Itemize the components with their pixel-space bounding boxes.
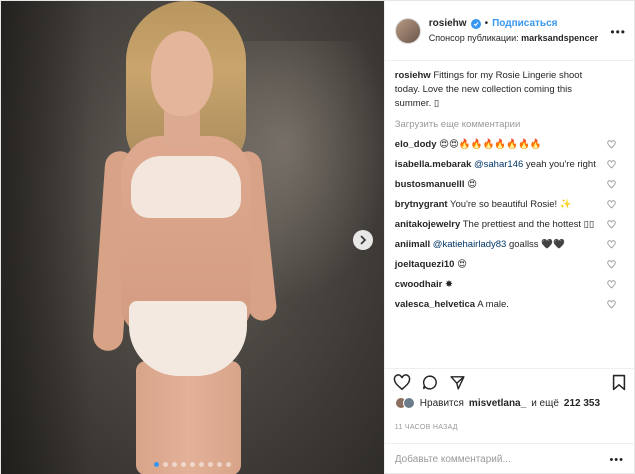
photo-face bbox=[151, 31, 213, 116]
photo-legs bbox=[136, 361, 241, 474]
header-info: rosiehw • Подписаться Спонсор публикации… bbox=[429, 18, 598, 43]
carousel-dot bbox=[216, 462, 222, 467]
sponsor-prefix: Спонсор публикации: bbox=[428, 33, 519, 43]
comment-item: isabella.mebarak @sahar146 yeah you're r… bbox=[395, 158, 624, 172]
chevron-right-icon bbox=[360, 235, 367, 245]
separator-dot: • bbox=[484, 18, 489, 29]
likes-line: Нравится misvetlana_ и ещё 212 353 bbox=[394, 397, 624, 409]
comments-list[interactable]: rosiehw Fittings for my Rosie Lingerie s… bbox=[385, 69, 634, 365]
carousel-next-button[interactable] bbox=[353, 230, 373, 250]
comment-username[interactable]: elo_dody bbox=[395, 139, 437, 150]
action-bar bbox=[384, 368, 634, 396]
heart-icon[interactable] bbox=[607, 300, 616, 309]
photo-subject bbox=[91, 1, 301, 474]
carousel-dot bbox=[162, 462, 168, 467]
comment-text: yeah you're right bbox=[523, 159, 596, 170]
heart-icon[interactable] bbox=[607, 180, 616, 189]
comment-item: bustosmanuelll 😍 bbox=[395, 178, 624, 192]
carousel-dot bbox=[189, 462, 195, 467]
comment-mention[interactable]: @sahar146 bbox=[474, 159, 523, 170]
verified-badge-icon bbox=[470, 18, 481, 29]
bookmark-icon[interactable] bbox=[612, 374, 626, 391]
comment-text: The prettiest and the hottest ▯▯ bbox=[462, 219, 595, 230]
photo-top bbox=[131, 156, 241, 218]
sponsor-name[interactable]: marksandspencer bbox=[521, 33, 598, 43]
comment-options-button[interactable]: ••• bbox=[609, 454, 624, 466]
comment-username[interactable]: aniimall bbox=[395, 239, 430, 250]
comment-text: ✸ bbox=[444, 279, 453, 290]
comment-item: joeltaquezi10 😍 bbox=[395, 258, 624, 272]
sponsor-line: Спонсор публикации: marksandspencer bbox=[429, 33, 598, 43]
carousel-dot bbox=[180, 462, 186, 467]
caption-username[interactable]: rosiehw bbox=[395, 70, 431, 81]
heart-icon[interactable] bbox=[607, 240, 616, 249]
post-header: rosiehw • Подписаться Спонсор публикации… bbox=[384, 1, 634, 61]
carousel-dot bbox=[171, 462, 177, 467]
comment-item: aniimall @katiehairlady83 goallss 🖤🖤 bbox=[395, 238, 624, 252]
comment-username[interactable]: anitakojewelry bbox=[395, 219, 460, 230]
post-caption: rosiehw Fittings for my Rosie Lingerie s… bbox=[395, 69, 624, 111]
carousel-dot bbox=[225, 462, 231, 467]
comment-input[interactable] bbox=[394, 454, 595, 465]
post-frame: rosiehw • Подписаться Спонсор публикации… bbox=[0, 0, 635, 474]
avatar[interactable] bbox=[394, 17, 421, 44]
carousel-dot bbox=[153, 462, 159, 467]
heart-icon[interactable] bbox=[607, 140, 616, 149]
comment-item: brytnygrant You're so beautiful Rosie! ✨ bbox=[395, 198, 624, 212]
load-more-comments-button[interactable]: Загрузить еще комментарии bbox=[395, 119, 624, 130]
comment-item: valesca_helvetica A male. bbox=[395, 298, 624, 312]
comment-username[interactable]: brytnygrant bbox=[395, 199, 448, 210]
likers-avatars bbox=[394, 397, 415, 409]
comment-username[interactable]: bustosmanuelll bbox=[395, 179, 465, 190]
heart-icon[interactable] bbox=[607, 280, 616, 289]
post-side-panel: rosiehw • Подписаться Спонсор публикации… bbox=[383, 1, 634, 474]
add-comment-bar: ••• bbox=[384, 443, 634, 474]
comment-item: elo_dody 😍😍🔥🔥🔥🔥🔥🔥🔥 bbox=[395, 138, 624, 152]
likes-user[interactable]: misvetlana_ bbox=[469, 398, 526, 409]
follow-button[interactable]: Подписаться bbox=[492, 18, 557, 29]
comment-username[interactable]: valesca_helvetica bbox=[395, 299, 475, 310]
heart-icon[interactable] bbox=[607, 260, 616, 269]
comment-text: 😍😍🔥🔥🔥🔥🔥🔥🔥 bbox=[439, 139, 542, 150]
carousel-dot bbox=[198, 462, 204, 467]
share-icon[interactable] bbox=[449, 374, 466, 391]
carousel-dot bbox=[207, 462, 213, 467]
heart-icon[interactable] bbox=[393, 374, 411, 391]
more-options-button[interactable]: ••• bbox=[610, 25, 626, 39]
comment-item: cwoodhair ✸ bbox=[395, 278, 624, 292]
photo-background-shadow bbox=[1, 1, 91, 474]
comment-text: 😍 bbox=[457, 259, 467, 270]
comment-text: 😍 bbox=[467, 179, 478, 190]
comment-item: anitakojewelry The prettiest and the hot… bbox=[395, 218, 624, 232]
post-timestamp[interactable]: 11 ЧАСОВ НАЗАД bbox=[395, 424, 458, 431]
comment-username[interactable]: joeltaquezi10 bbox=[395, 259, 455, 270]
comment-mention[interactable]: @katiehairlady83 bbox=[433, 239, 507, 250]
header-top-row: rosiehw • Подписаться bbox=[429, 18, 598, 29]
heart-icon[interactable] bbox=[607, 200, 616, 209]
comment-icon[interactable] bbox=[421, 374, 439, 391]
comment-text: A male. bbox=[477, 299, 509, 310]
comment-text: goallss 🖤🖤 bbox=[506, 239, 565, 250]
carousel-dots bbox=[1, 462, 384, 467]
likes-prefix: Нравится bbox=[419, 397, 464, 409]
author-username[interactable]: rosiehw bbox=[429, 18, 467, 29]
comment-text: You're so beautiful Rosie! ✨ bbox=[450, 199, 572, 210]
comment-username[interactable]: cwoodhair bbox=[395, 279, 443, 290]
heart-icon[interactable] bbox=[607, 160, 616, 169]
heart-icon[interactable] bbox=[607, 220, 616, 229]
likes-and: и ещё bbox=[531, 397, 559, 409]
likes-count[interactable]: 212 353 bbox=[564, 398, 600, 409]
post-photo[interactable] bbox=[1, 1, 384, 474]
comment-username[interactable]: isabella.mebarak bbox=[395, 159, 472, 170]
